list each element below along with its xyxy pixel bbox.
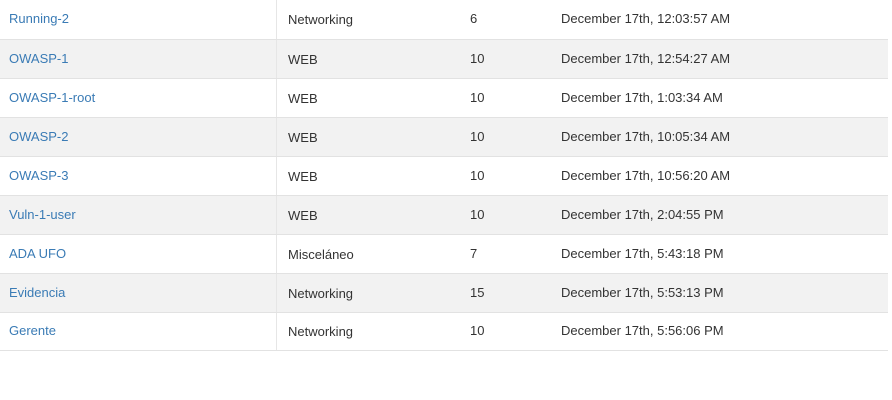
challenge-link[interactable]: Vuln-1-user [9, 207, 76, 222]
challenge-link[interactable]: OWASP-2 [9, 129, 68, 144]
category-cell: Networking [276, 313, 460, 350]
table-row: OWASP-1 WEB 10 December 17th, 12:54:27 A… [0, 39, 888, 78]
table-row: OWASP-1-root WEB 10 December 17th, 1:03:… [0, 78, 888, 117]
challenge-link[interactable]: OWASP-1 [9, 51, 68, 66]
category-cell: WEB [276, 79, 460, 117]
date-cell: December 17th, 10:56:20 AM [561, 167, 731, 183]
score-cell: 6 [470, 11, 478, 26]
challenge-link[interactable]: Evidencia [9, 285, 65, 300]
score-cell: 15 [470, 284, 485, 300]
date-cell: December 17th, 12:03:57 AM [561, 11, 731, 26]
date-cell: December 17th, 2:04:55 PM [561, 206, 724, 222]
score-cell: 10 [470, 89, 485, 105]
challenge-name-cell: OWASP-3 [0, 157, 276, 195]
challenge-name-cell: Evidencia [0, 274, 276, 312]
score-cell: 10 [470, 167, 485, 183]
table-row: Vuln-1-user WEB 10 December 17th, 2:04:5… [0, 195, 888, 234]
category-cell: WEB [276, 157, 460, 195]
score-cell: 7 [470, 245, 478, 261]
category-cell: WEB [276, 196, 460, 234]
date-cell: December 17th, 5:56:06 PM [561, 323, 724, 338]
challenge-name-cell: ADA UFO [0, 235, 276, 273]
date-cell: December 17th, 10:05:34 AM [561, 128, 731, 144]
score-cell: 10 [470, 206, 485, 222]
challenge-link[interactable]: Gerente [9, 323, 56, 338]
score-cell: 10 [470, 128, 485, 144]
date-cell: December 17th, 1:03:34 AM [561, 89, 723, 105]
challenge-name-cell: Gerente [0, 313, 276, 350]
score-cell: 10 [470, 323, 485, 338]
challenge-link[interactable]: ADA UFO [9, 246, 66, 261]
table-row: Gerente Networking 10 December 17th, 5:5… [0, 312, 888, 351]
challenge-link[interactable]: OWASP-3 [9, 168, 68, 183]
challenge-name-cell: OWASP-1-root [0, 79, 276, 117]
challenge-name-cell: OWASP-2 [0, 118, 276, 156]
category-cell: Networking [276, 274, 460, 312]
challenge-name-cell: OWASP-1 [0, 40, 276, 78]
category-cell: WEB [276, 40, 460, 78]
table-row: Evidencia Networking 15 December 17th, 5… [0, 273, 888, 312]
category-cell: Misceláneo [276, 235, 460, 273]
date-cell: December 17th, 5:43:18 PM [561, 245, 724, 261]
challenge-name-cell: Vuln-1-user [0, 196, 276, 234]
date-cell: December 17th, 12:54:27 AM [561, 50, 731, 66]
table-row: OWASP-2 WEB 10 December 17th, 10:05:34 A… [0, 117, 888, 156]
category-cell: Networking [276, 0, 460, 39]
solves-table: Running-2 Networking 6 December 17th, 12… [0, 0, 888, 351]
table-row: ADA UFO Misceláneo 7 December 17th, 5:43… [0, 234, 888, 273]
score-cell: 10 [470, 50, 485, 66]
challenge-name-cell: Running-2 [0, 0, 276, 39]
date-cell: December 17th, 5:53:13 PM [561, 284, 724, 300]
challenge-link[interactable]: Running-2 [9, 11, 69, 26]
table-row: Running-2 Networking 6 December 17th, 12… [0, 0, 888, 39]
challenge-link[interactable]: OWASP-1-root [9, 90, 95, 105]
table-row: OWASP-3 WEB 10 December 17th, 10:56:20 A… [0, 156, 888, 195]
category-cell: WEB [276, 118, 460, 156]
